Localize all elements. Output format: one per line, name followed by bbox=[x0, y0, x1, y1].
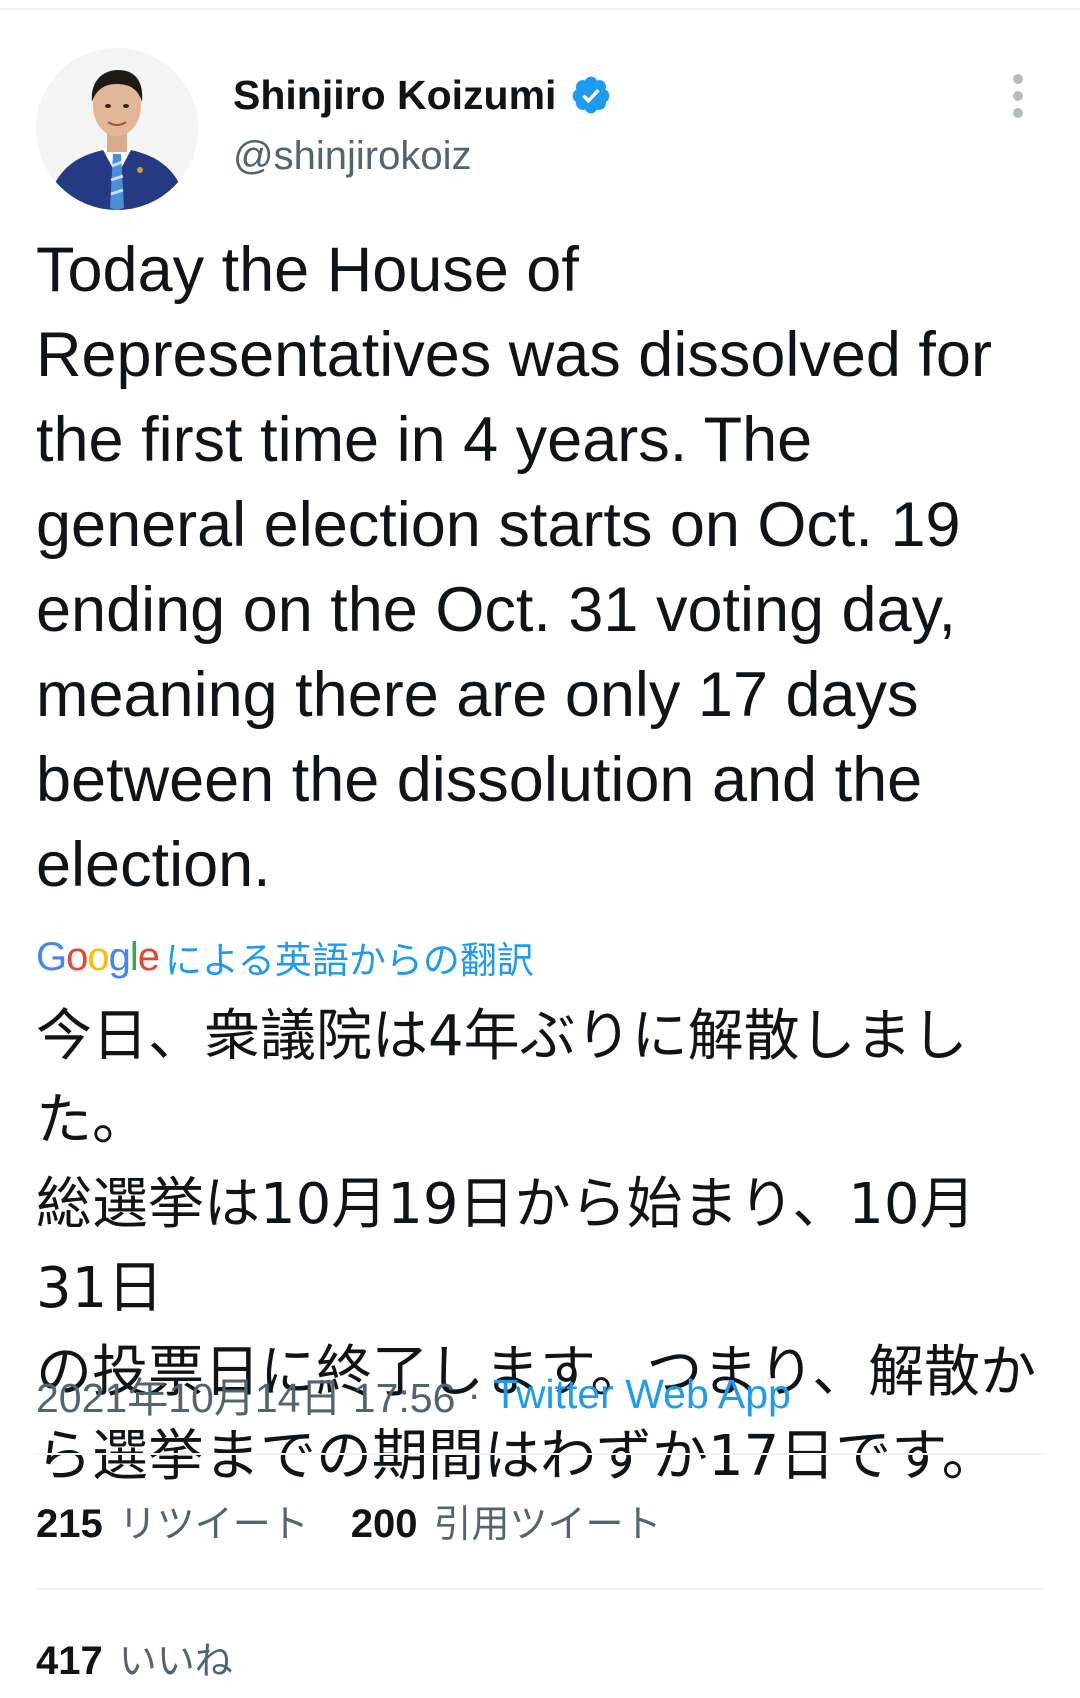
tweet-source[interactable]: Twitter Web App bbox=[493, 1371, 791, 1418]
tweet-meta: 2021年10月14日 17:56 · Twitter Web App bbox=[36, 1366, 791, 1422]
quotes-label: 引用ツイート bbox=[433, 1501, 662, 1546]
likes-stat[interactable]: 417 いいね bbox=[36, 1630, 233, 1685]
divider bbox=[36, 1453, 1044, 1455]
profile-photo bbox=[36, 48, 198, 210]
translation-header[interactable]: Google による英語からの翻訳 bbox=[36, 930, 534, 984]
author-handle[interactable]: @shinjirokoiz bbox=[233, 134, 471, 179]
tweet-text: Today the House of Representatives was d… bbox=[36, 235, 992, 900]
verified-badge-icon bbox=[573, 76, 610, 114]
author-name-row[interactable]: Shinjiro Koizumi bbox=[233, 70, 612, 120]
divider bbox=[36, 1588, 1044, 1590]
tweet-timestamp[interactable]: 2021年10月14日 17:56 bbox=[36, 1364, 455, 1424]
avatar[interactable] bbox=[36, 48, 198, 210]
likes-count: 417 bbox=[36, 1638, 103, 1683]
translation-label[interactable]: による英語からの翻訳 bbox=[165, 930, 534, 984]
quotes-stat[interactable]: 200 引用ツイート bbox=[351, 1493, 662, 1548]
retweets-stat[interactable]: 215 リツイート bbox=[36, 1493, 309, 1548]
meta-separator: · bbox=[467, 1370, 482, 1417]
more-options-icon[interactable] bbox=[1006, 72, 1030, 120]
display-name[interactable]: Shinjiro Koizumi bbox=[233, 72, 556, 119]
stats-row-retweets: 215 リツイート 200 引用ツイート bbox=[36, 1490, 704, 1550]
retweets-count: 215 bbox=[36, 1501, 103, 1546]
retweets-label: リツイート bbox=[118, 1501, 309, 1546]
quotes-count: 200 bbox=[350, 1501, 418, 1546]
google-logo: Google bbox=[36, 934, 160, 979]
likes-label: いいね bbox=[118, 1638, 233, 1683]
stats-row-likes: 417 いいね bbox=[36, 1627, 275, 1687]
top-divider bbox=[0, 8, 1080, 10]
